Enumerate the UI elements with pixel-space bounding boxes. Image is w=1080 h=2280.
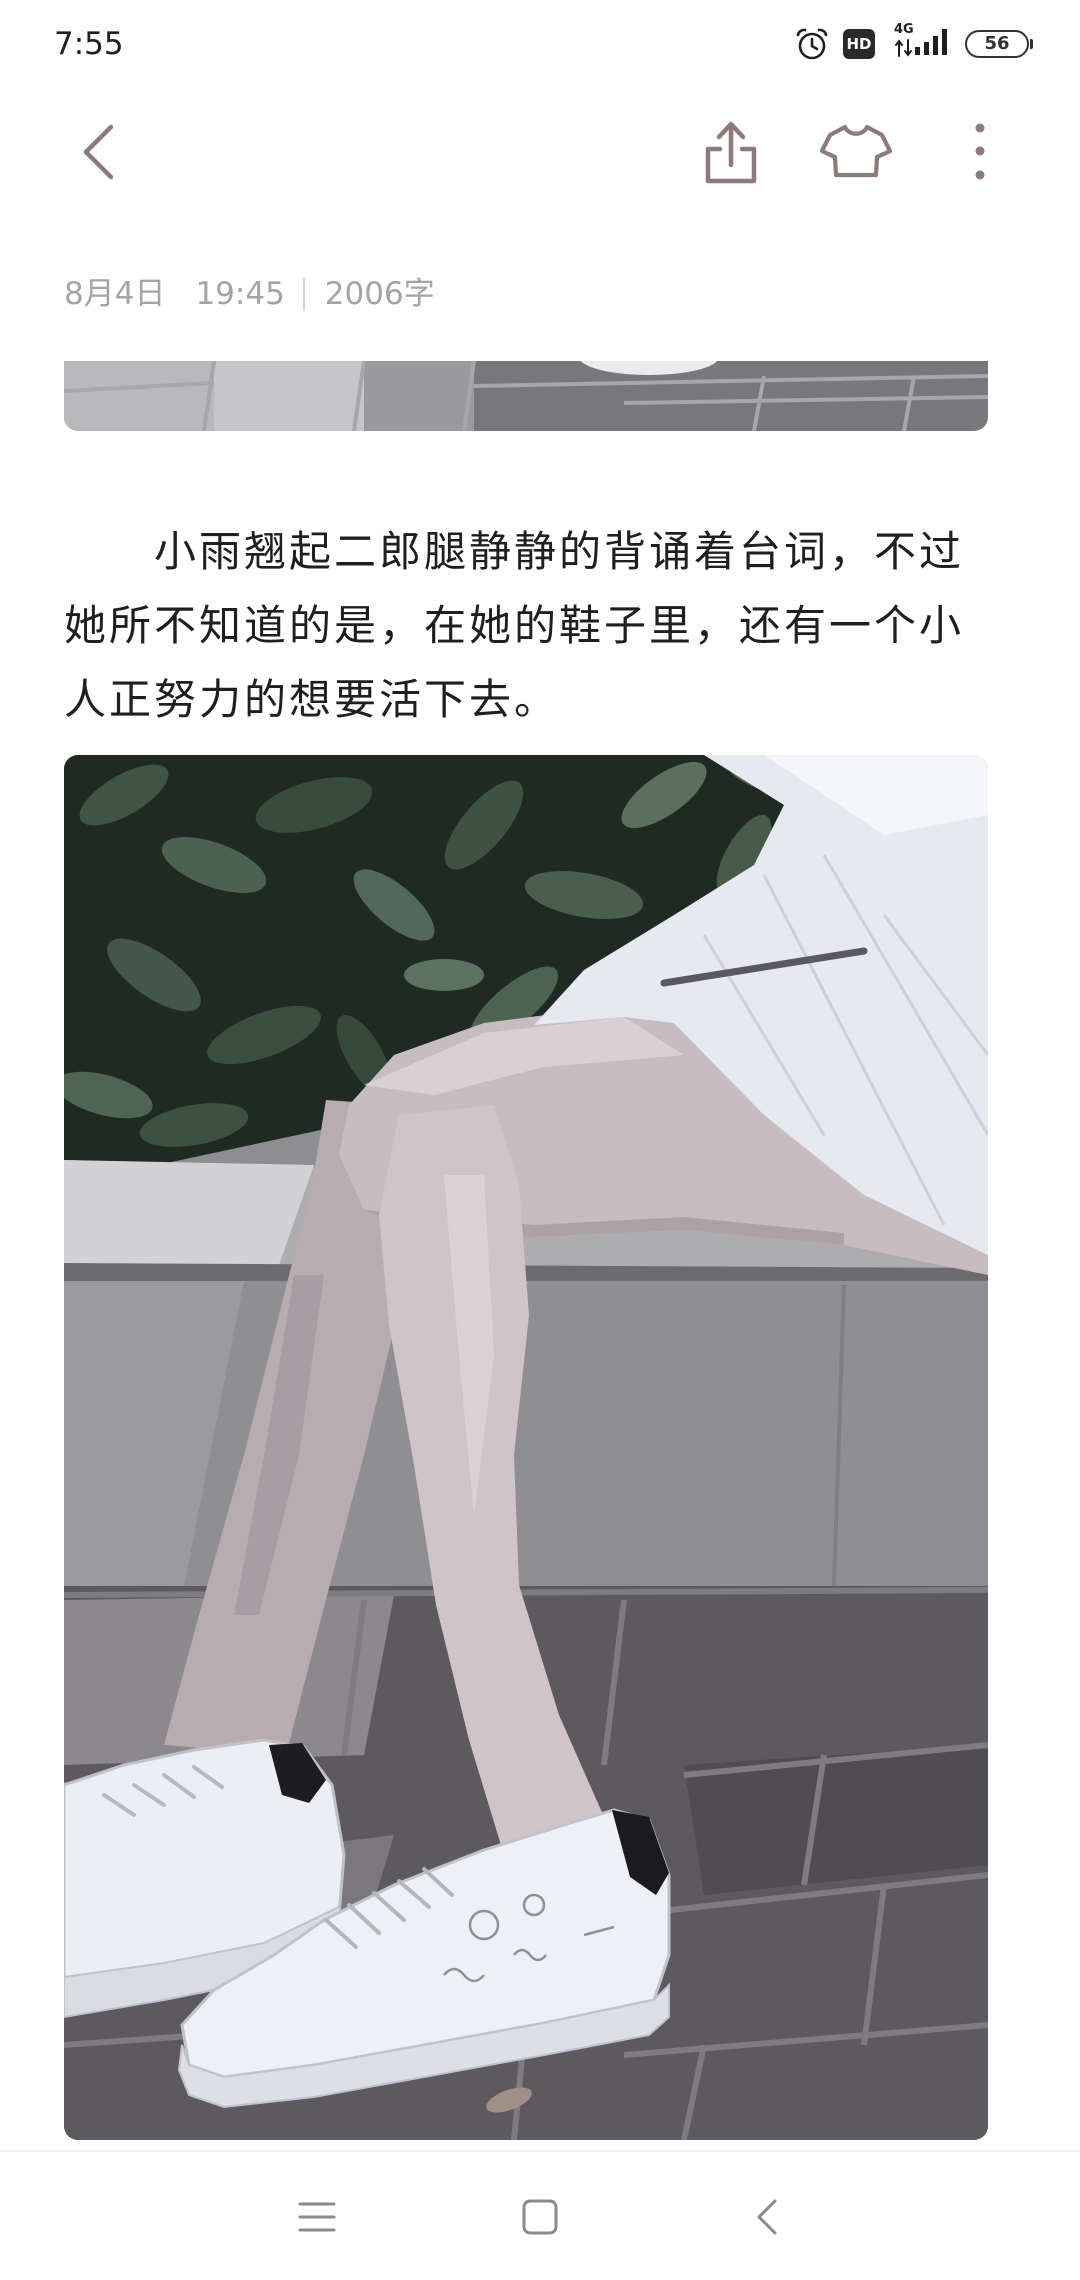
note-meta: 8月4日 19:45 2006字 <box>64 270 435 318</box>
battery-icon: 56 <box>965 30 1029 58</box>
note-word-count: 2006字 <box>324 276 435 312</box>
back-button[interactable] <box>64 111 134 191</box>
hd-icon: HD <box>843 29 875 59</box>
network-type-label: 4G <box>894 22 914 37</box>
battery-level: 56 <box>984 33 1010 54</box>
share-button[interactable] <box>696 111 766 191</box>
home-icon <box>522 2199 558 2235</box>
meta-divider <box>302 277 305 311</box>
paving-photo-fragment <box>64 361 988 431</box>
photo-legs-sneakers <box>64 755 988 2140</box>
top-toolbar <box>0 100 1080 210</box>
status-bar: 7:55 HD 4G 56 <box>0 0 1080 88</box>
more-vertical-icon <box>975 123 985 180</box>
theme-tshirt-icon <box>819 124 893 178</box>
note-date: 8月4日 <box>64 276 166 312</box>
theme-button[interactable] <box>818 111 894 191</box>
system-nav-bar <box>0 2150 1080 2280</box>
status-time: 7:55 <box>54 26 124 62</box>
note-image-previous[interactable] <box>64 361 988 431</box>
recents-button[interactable] <box>292 2192 342 2242</box>
menu-icon <box>298 2202 336 2232</box>
alarm-icon <box>796 28 828 60</box>
note-body-text[interactable]: 小雨翘起二郎腿静静的背诵着台词，不过她所不知道的是，在她的鞋子里，还有一个小人正… <box>64 515 988 741</box>
battery-nub <box>1030 39 1033 49</box>
system-back-button[interactable] <box>742 2192 792 2242</box>
note-time: 19:45 <box>195 276 285 312</box>
signal-icon <box>915 29 947 55</box>
home-button[interactable] <box>515 2192 565 2242</box>
back-icon <box>757 2199 777 2235</box>
more-options-button[interactable] <box>950 111 1010 191</box>
share-icon <box>705 121 757 184</box>
network-arrows-icon <box>895 39 912 57</box>
back-icon <box>83 124 114 180</box>
note-image[interactable] <box>64 755 988 2140</box>
note-screen: 7:55 HD 4G 56 8月4日 19:45 2006字 小雨翘起二郎腿静静… <box>0 0 1080 2280</box>
